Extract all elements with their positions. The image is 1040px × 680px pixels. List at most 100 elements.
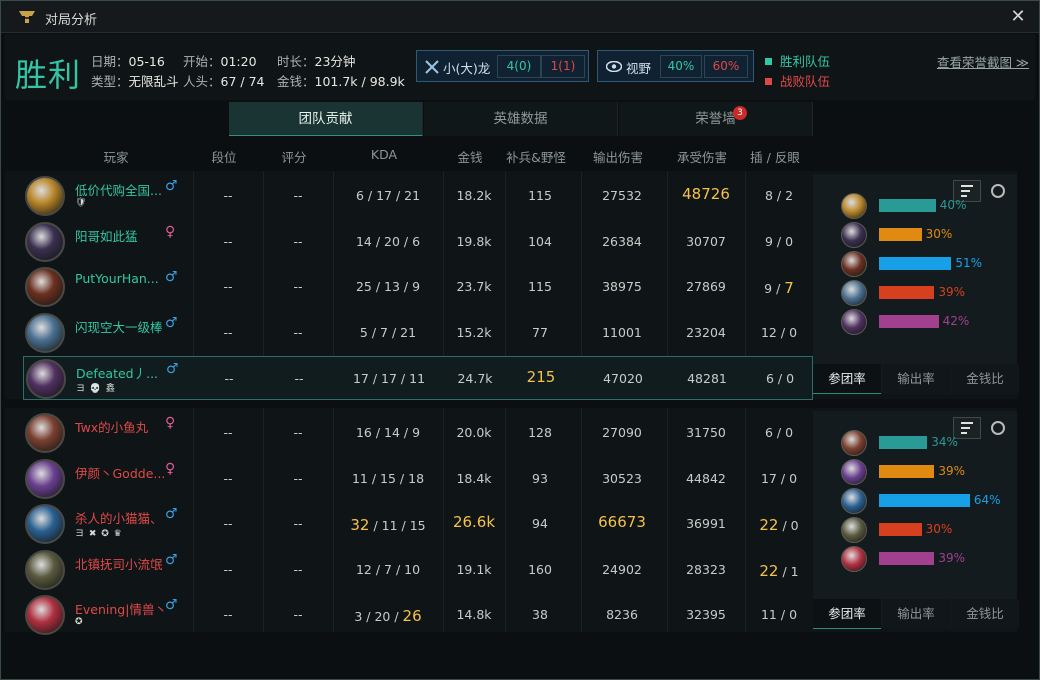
- tab-team-contribution[interactable]: 团队贡献: [229, 102, 423, 136]
- kda-assists: 21: [404, 188, 421, 203]
- stat-wards: 6 / 0: [765, 371, 795, 386]
- kda-kills: 11: [351, 470, 368, 486]
- player-row[interactable]: 阳哥如此猛 ♀ -- -- 14 / 20 / 6 19.8k 104 26384 30707 9…: [23, 220, 813, 264]
- team-share-panel: 40% 30% 51% 39% 42% 参团率 输出率 金钱比: [813, 174, 1019, 394]
- champion-avatar[interactable]: [25, 221, 65, 262]
- player-row[interactable]: 杀人的小猫猫、 ♂ ヨ ✖ ✪ ♛ -- -- 32 / 11 / 15 26.6k 94 66…: [23, 502, 813, 546]
- player-row[interactable]: 闪现空大一级棒 ♂ -- -- 5 / 7 / 21 15.2k 77 11001 23204 1…: [23, 311, 813, 355]
- share-percent: 39%: [938, 285, 966, 299]
- champion-mini-icon: [841, 251, 867, 277]
- wards-placed: 17: [760, 470, 777, 486]
- stat-score: --: [293, 607, 303, 622]
- champion-avatar[interactable]: [25, 504, 65, 544]
- player-row[interactable]: 低价代购全国... ♂ 🛡 -- -- 6 / 17 / 21 18.2k 115 27532 4…: [23, 174, 813, 218]
- player-name[interactable]: PutYourHan...: [75, 271, 167, 286]
- champion-avatar[interactable]: [25, 549, 65, 590]
- stat-kda: 14 / 20 / 6: [355, 233, 421, 249]
- wards-destroyed: 1: [790, 563, 799, 579]
- player-row[interactable]: PutYourHan... ♂ -- -- 25 / 13 / 9 23.7k 115 389…: [23, 265, 813, 309]
- player-row[interactable]: Evening|情兽丶 ♂ ✪ -- -- 3 / 20 / 26 14.8k 38 8236 3…: [23, 593, 813, 637]
- stat-kda: 25 / 13 / 9: [355, 279, 421, 294]
- share-percent: 42%: [942, 314, 970, 328]
- share-tab-label: 参团率: [828, 606, 866, 621]
- team-share-panel: 34% 39% 64% 30% 39% 参团率 输出率 金钱比: [813, 411, 1019, 629]
- player-name[interactable]: 伊颜丶Godde...: [75, 463, 167, 482]
- duration-label: 时长：: [277, 54, 315, 69]
- share-tab[interactable]: 金钱比: [951, 364, 1019, 394]
- kda-deaths: 7: [384, 561, 392, 577]
- stat-score: --: [293, 470, 303, 486]
- stat-dmg: 26384: [602, 233, 642, 249]
- share-bar: [879, 286, 935, 299]
- champion-avatar[interactable]: [26, 359, 66, 399]
- player-row[interactable]: Twx的小鱼丸 ♀ -- -- 16 / 14 / 9 20.0k 128 27090 3175…: [23, 411, 813, 455]
- share-tab[interactable]: 金钱比: [951, 599, 1019, 629]
- stat-gold: 26.6k: [452, 513, 496, 531]
- header-cs: 补兵&野怪: [506, 150, 566, 165]
- view-honor-link[interactable]: 查看荣誉截图 ≫: [937, 52, 1029, 71]
- player-name[interactable]: Twx的小鱼丸: [75, 417, 167, 436]
- player-name[interactable]: 阳哥如此猛: [75, 226, 167, 245]
- player-name[interactable]: 杀人的小猫猫、: [75, 508, 167, 527]
- wards-destroyed: 0: [789, 470, 798, 486]
- stat-cs: 115: [528, 279, 552, 294]
- circle-toggle-icon[interactable]: [987, 417, 1015, 439]
- share-percent: 39%: [938, 464, 966, 478]
- champion-avatar[interactable]: [25, 176, 65, 216]
- stat-score: --: [294, 371, 304, 386]
- champion-mini-icon: [841, 309, 867, 335]
- share-percent: 40%: [939, 198, 967, 212]
- share-tab[interactable]: 参团率: [813, 599, 881, 629]
- date-meta: 日期：05-16: [91, 51, 165, 70]
- kda-deaths: 15: [380, 470, 396, 486]
- tab-label: 英雄数据: [493, 111, 548, 127]
- stat-score: --: [293, 279, 303, 294]
- player-name[interactable]: Evening|情兽丶: [75, 599, 167, 618]
- tab-hero-data[interactable]: 英雄数据: [424, 102, 618, 136]
- player-name[interactable]: 北镇抚司小流氓: [75, 554, 167, 573]
- share-tab-label: 参团率: [828, 371, 866, 386]
- wards-destroyed: 0: [785, 425, 794, 440]
- player-name[interactable]: 闪现空大一级棒: [75, 317, 167, 336]
- stat-dmg: 8236: [606, 607, 638, 622]
- kda-deaths: 13: [384, 279, 400, 294]
- champion-mini-icon: [841, 430, 867, 456]
- tab-honor-wall[interactable]: 荣誉墙 3: [619, 102, 813, 136]
- gold-value: 101.7k / 98.9k: [314, 74, 405, 89]
- kda-deaths: 20: [384, 233, 400, 249]
- champion-avatar[interactable]: [25, 312, 65, 353]
- stat-cs: 77: [532, 324, 548, 340]
- legend-win-swatch: [765, 58, 772, 65]
- player-row[interactable]: 伊颜丶Godde... ♀ -- -- 11 / 15 / 18 18.4k 93 30523…: [23, 457, 813, 501]
- player-name[interactable]: Defeated丿...: [76, 363, 168, 382]
- champion-avatar[interactable]: [25, 458, 65, 499]
- champion-avatar[interactable]: [25, 595, 65, 635]
- stat-cs: 215: [526, 368, 556, 386]
- stat-rank: --: [223, 561, 233, 577]
- match-summary: 胜利 日期：05-16 类型：无限乱斗 开始：01:20 人头：67 / 74 …: [5, 34, 1035, 100]
- stat-gold: 19.1k: [456, 561, 492, 577]
- stat-score: --: [293, 561, 303, 577]
- stat-kda: 5 / 7 / 21: [359, 324, 417, 340]
- champion-avatar[interactable]: [25, 413, 65, 453]
- duration-value: 23分钟: [314, 54, 356, 69]
- champion-mini-icon: [841, 488, 867, 514]
- wards-placed: 12: [760, 324, 777, 340]
- wards-destroyed: 0: [789, 324, 798, 340]
- champion-avatar[interactable]: [25, 267, 65, 307]
- header-player: 玩家: [103, 150, 129, 165]
- player-name[interactable]: 低价代购全国...: [75, 180, 167, 199]
- header-gold: 金钱: [457, 150, 483, 165]
- share-tab[interactable]: 输出率: [882, 364, 950, 394]
- stat-rank: --: [224, 371, 234, 386]
- tab-label: 团队贡献: [298, 111, 353, 127]
- champion-mini-icon: [841, 459, 867, 485]
- share-tab[interactable]: 输出率: [882, 599, 950, 629]
- player-row[interactable]: Defeated丿... ♂ ヨ 💀 鑫 -- -- 17 / 17 / 11 24.7k 2…: [23, 356, 813, 400]
- male-icon: ♂: [165, 506, 178, 522]
- close-icon[interactable]: ✕: [1007, 6, 1029, 28]
- circle-toggle-icon[interactable]: [987, 180, 1015, 202]
- player-row[interactable]: 北镇抚司小流氓 ♂ -- -- 12 / 7 / 10 19.1k 160 24902 2832…: [23, 548, 813, 592]
- share-tab[interactable]: 参团率: [813, 364, 881, 394]
- wards-placed: 22: [759, 561, 779, 580]
